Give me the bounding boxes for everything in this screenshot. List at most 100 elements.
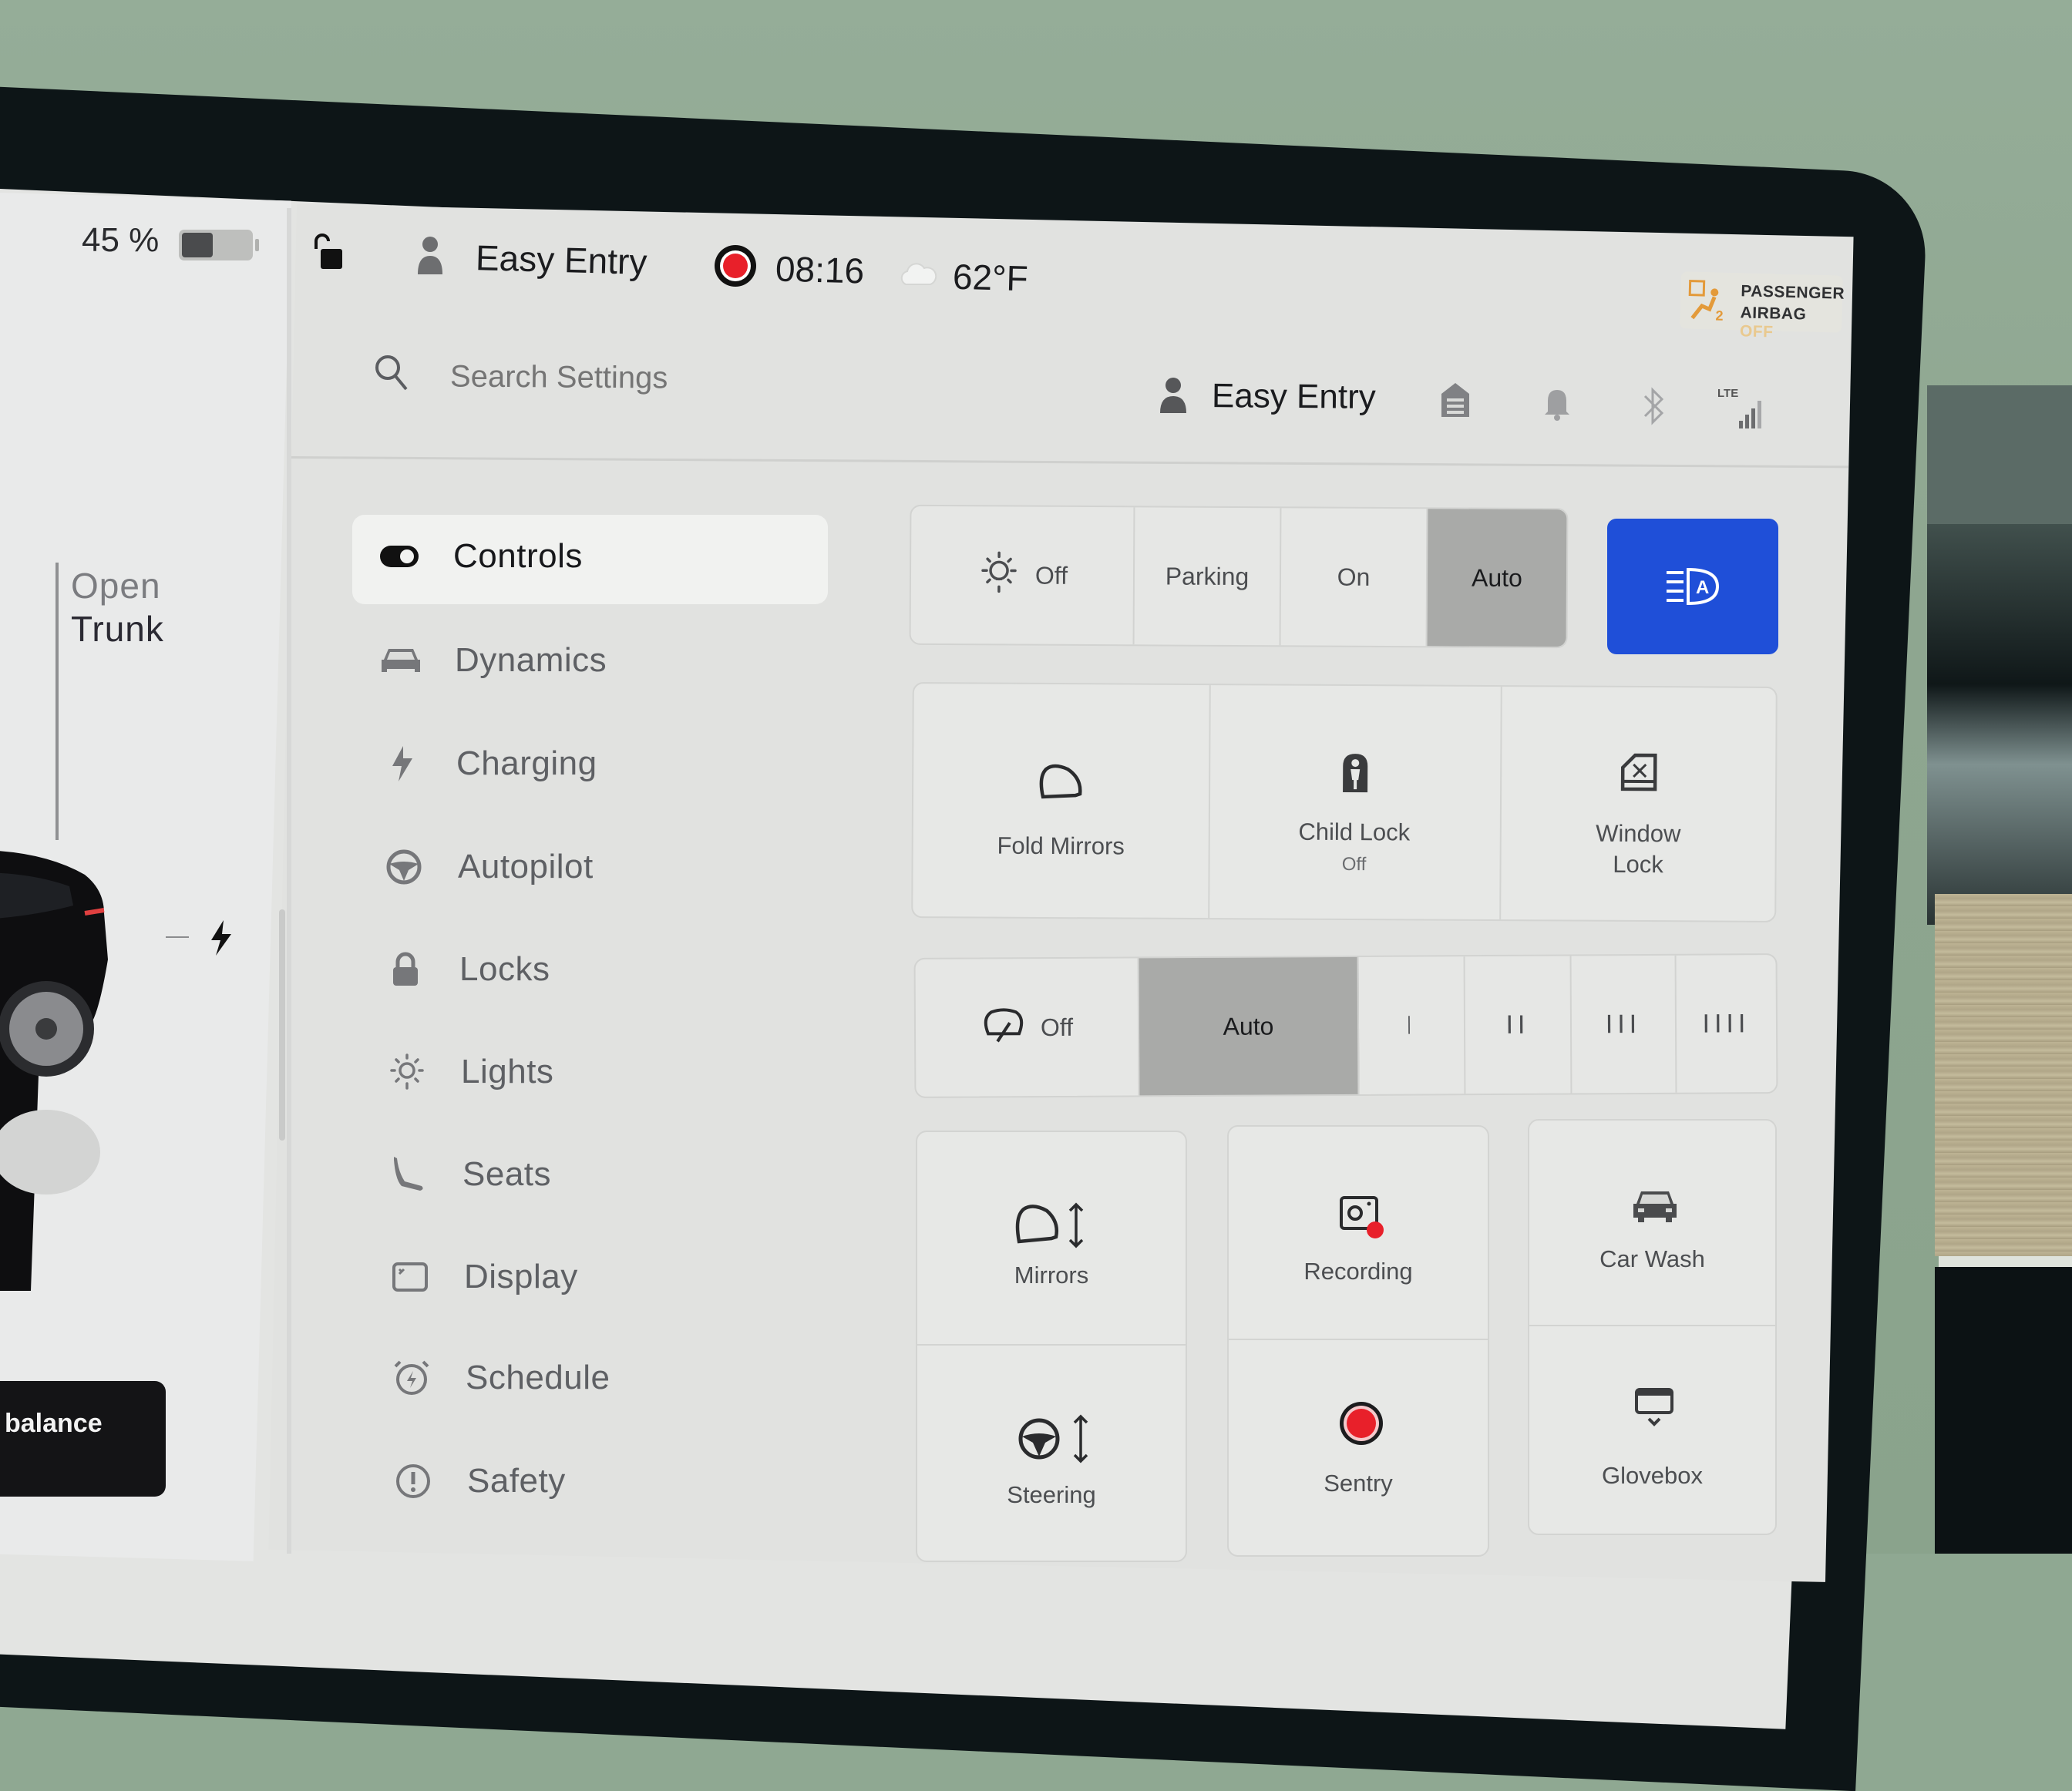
carwash-glovebox-group: Car Wash Glovebox xyxy=(1528,1119,1777,1535)
search-icon[interactable] xyxy=(372,352,409,392)
dashboard-panel xyxy=(1927,524,2072,925)
dashboard-wood-trim xyxy=(1935,894,2072,1256)
sidebar-item-label: Display xyxy=(464,1258,578,1295)
open-trunk-label-line2: Trunk xyxy=(71,609,164,649)
headlights-parking[interactable]: Parking xyxy=(1134,507,1282,646)
window-lock-button[interactable]: Window Lock xyxy=(1499,687,1778,921)
headlights-auto-label: Auto xyxy=(1471,563,1522,592)
sidebar-item-controls[interactable]: Controls xyxy=(376,526,583,587)
battery-fill xyxy=(182,233,213,257)
sidebar-item-label: Controls xyxy=(453,537,583,575)
alert-icon xyxy=(390,1462,436,1500)
cloud-icon xyxy=(898,258,937,289)
car-panel-scrollbar[interactable] xyxy=(279,909,285,1141)
wipers-speed-4[interactable]: IIII xyxy=(1677,955,1777,1093)
window-lock-label-line2: Lock xyxy=(1613,850,1663,879)
toast-notification[interactable]: balance xyxy=(0,1381,166,1497)
airbag-icon: 2 xyxy=(1687,280,1727,324)
alarm-clock-icon xyxy=(388,1359,435,1397)
recording-sentry-group: Recording Sentry xyxy=(1227,1125,1489,1557)
lightning-icon xyxy=(379,744,426,783)
outside-temperature: 62°F xyxy=(952,256,1029,299)
sidebar-item-lights[interactable]: Lights xyxy=(384,1041,553,1103)
bell-icon[interactable] xyxy=(1543,385,1571,421)
wipers-speed-2[interactable]: II xyxy=(1465,956,1572,1094)
recording-label: Recording xyxy=(1303,1258,1413,1285)
sidebar-item-autopilot[interactable]: Autopilot xyxy=(381,836,594,898)
wipers-speed-3[interactable]: III xyxy=(1571,955,1677,1094)
garage-icon[interactable] xyxy=(1440,381,1471,418)
open-trunk-button[interactable]: Open Trunk xyxy=(71,564,164,650)
profile-icon[interactable] xyxy=(1159,376,1188,415)
wipers-speed-4-label: IIII xyxy=(1702,1009,1751,1039)
headlights-on-label: On xyxy=(1337,563,1371,591)
open-trunk-label-line1: Open xyxy=(71,566,161,606)
sentry-label: Sentry xyxy=(1324,1470,1393,1497)
sidebar-item-dynamics[interactable]: Dynamics xyxy=(378,630,607,691)
sentry-button[interactable]: Sentry xyxy=(1229,1339,1488,1558)
sidebar-item-charging[interactable]: Charging xyxy=(379,733,597,795)
sidebar-item-label: Autopilot xyxy=(458,848,594,885)
search-settings-input[interactable] xyxy=(448,352,992,405)
dashcam-recording-button[interactable]: Recording xyxy=(1229,1127,1488,1340)
wipers-speed-1[interactable]: I xyxy=(1358,956,1466,1094)
dashcam-recording-icon[interactable] xyxy=(715,245,756,287)
dashboard-light-strip xyxy=(1939,1256,2072,1267)
mirrors-label: Mirrors xyxy=(1014,1262,1089,1289)
display-icon xyxy=(387,1258,433,1296)
glovebox-button[interactable]: Glovebox xyxy=(1529,1325,1775,1537)
sidebar-item-locks[interactable]: Locks xyxy=(382,939,550,1000)
lock-icon xyxy=(382,950,429,989)
dashcam-icon xyxy=(1340,1196,1384,1238)
auto-high-beam-icon: A xyxy=(1667,567,1720,606)
glovebox-icon xyxy=(1635,1388,1673,1426)
wipers-selector: Off Auto I II III IIII xyxy=(913,953,1778,1098)
window-lock-icon xyxy=(1620,753,1657,791)
steering-adjust-button[interactable]: Steering xyxy=(917,1344,1186,1564)
dashboard-lower xyxy=(1935,1267,2072,1554)
clock: 08:16 xyxy=(775,248,865,291)
airbag-line2: AIRBAG xyxy=(1740,304,1807,324)
sidebar-item-safety[interactable]: Safety xyxy=(390,1450,566,1512)
child-lock-button[interactable]: Child Lock Off xyxy=(1208,685,1502,920)
wipers-auto[interactable]: Auto xyxy=(1139,956,1360,1096)
bluetooth-icon[interactable] xyxy=(1642,385,1667,427)
wipers-speed-3-label: III xyxy=(1605,1009,1642,1040)
headlights-auto[interactable]: Auto xyxy=(1427,509,1567,647)
sidebar-item-label: Dynamics xyxy=(455,641,607,679)
seat-icon xyxy=(385,1155,432,1194)
fold-mirrors-button[interactable]: Fold Mirrors xyxy=(913,684,1211,919)
auto-high-beam-button[interactable]: A xyxy=(1607,519,1778,654)
trunk-callout-line xyxy=(56,563,59,840)
unlock-icon[interactable] xyxy=(310,234,345,270)
headlights-off-label: Off xyxy=(1034,561,1068,590)
lte-label: LTE xyxy=(1717,387,1739,400)
car-icon xyxy=(378,641,424,680)
toast-text: balance xyxy=(5,1409,103,1438)
driver-profile-name[interactable]: Easy Entry xyxy=(475,237,648,283)
sidebar-item-schedule[interactable]: Schedule xyxy=(388,1347,610,1409)
driver-profile-icon[interactable] xyxy=(416,234,444,276)
wipers-off[interactable]: Off xyxy=(915,958,1140,1097)
passenger-airbag-badge: 2 PASSENGER AIRBAG OFF xyxy=(1680,271,1845,341)
sidebar-item-display[interactable]: Display xyxy=(387,1246,578,1308)
sentry-icon xyxy=(1340,1402,1383,1445)
child-lock-label: Child Lock xyxy=(1298,818,1411,846)
wipers-speed-1-label: I xyxy=(1405,1010,1418,1040)
wiper-icon xyxy=(980,1006,1027,1049)
mirrors-adjust-button[interactable]: Mirrors xyxy=(917,1132,1186,1346)
car-render xyxy=(0,844,170,1291)
sidebar-item-seats[interactable]: Seats xyxy=(385,1144,551,1205)
svg-text:A: A xyxy=(1696,577,1709,598)
battery-icon xyxy=(179,230,259,260)
toggle-icon xyxy=(376,537,422,576)
headlights-off[interactable]: Off xyxy=(910,506,1135,645)
car-wash-button[interactable]: Car Wash xyxy=(1529,1121,1775,1326)
dashboard-vent xyxy=(1927,385,2072,524)
profile-name[interactable]: Easy Entry xyxy=(1212,377,1376,417)
sidebar-item-label: Lights xyxy=(461,1053,554,1090)
charge-port-lightning-icon[interactable] xyxy=(207,919,234,957)
battery-percent: 45 % xyxy=(82,221,160,259)
headlights-on[interactable]: On xyxy=(1280,508,1428,647)
sidebar-item-label: Locks xyxy=(459,950,550,988)
